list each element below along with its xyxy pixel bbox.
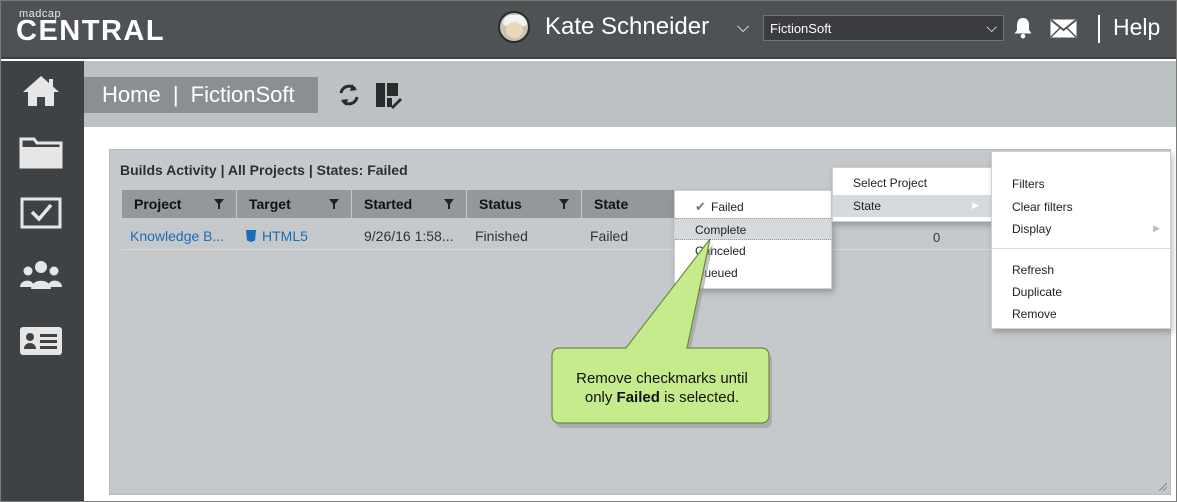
organization-select[interactable]: FictionSoft ⌵	[763, 15, 1004, 41]
menu-item-select-project[interactable]: Select Project	[833, 172, 991, 194]
organization-select-value: FictionSoft	[770, 21, 832, 36]
chevron-down-icon: ⌵	[986, 19, 997, 35]
filter-icon[interactable]	[329, 199, 339, 209]
checkmark-icon: ✔	[695, 199, 706, 214]
mail-icon[interactable]	[1050, 19, 1077, 38]
state-option-label: Queued	[695, 266, 738, 280]
cell-started: 9/26/16 1:58...	[364, 228, 454, 244]
callout-line-1: Remove checkmarks until	[576, 370, 748, 387]
top-bar: madcap CENTRAL Kate Schneider ⌵ FictionS…	[1, 1, 1176, 59]
users-icon[interactable]	[19, 256, 63, 296]
state-submenu: ✔ Failed Complete Canceled Queued	[674, 190, 832, 289]
callout-line-2-bold: Failed	[616, 389, 660, 406]
menu-divider	[992, 248, 1170, 249]
state-option-label: Failed	[711, 200, 744, 214]
menu-item-label: Select Project	[853, 176, 928, 190]
content-header: Home | FictionSoft	[84, 61, 1176, 127]
table-row[interactable]: Knowledge B... HTML5 9/26/16 1:58... Fin…	[122, 222, 1022, 250]
callout-line-2-prefix: only	[584, 389, 617, 406]
callout-text: Remove checkmarks until only Failed is s…	[557, 369, 767, 407]
menu-item-label: Duplicate	[1012, 285, 1063, 299]
column-header-target[interactable]: Target	[237, 190, 352, 218]
column-label: Project	[134, 196, 182, 212]
menu-item-remove[interactable]: Remove	[992, 303, 1170, 325]
menu-item-display[interactable]: Display ▶	[992, 218, 1170, 240]
widget-title: Builds Activity | All Projects | States:…	[120, 162, 408, 178]
chevron-right-icon: ▶	[1153, 223, 1160, 233]
menu-item-label: State	[853, 199, 882, 213]
breadcrumb-org: FictionSoft	[190, 82, 295, 107]
column-header-project[interactable]: Project	[122, 190, 237, 218]
state-option-failed[interactable]: ✔ Failed	[675, 196, 831, 218]
resize-handle-icon[interactable]	[1157, 481, 1167, 491]
cell-state: Failed	[590, 228, 629, 244]
user-name[interactable]: Kate Schneider	[545, 13, 709, 41]
state-option-label: Complete	[695, 223, 747, 237]
chevron-down-icon[interactable]: ⌵	[737, 19, 749, 37]
cell-count: 0	[933, 230, 941, 245]
folder-icon[interactable]	[19, 133, 63, 173]
menu-item-refresh[interactable]: Refresh	[992, 259, 1170, 281]
bell-icon[interactable]	[1013, 17, 1033, 39]
breadcrumb-separator: |	[172, 82, 179, 107]
menu-item-duplicate[interactable]: Duplicate	[992, 281, 1170, 303]
filter-icon[interactable]	[444, 199, 454, 209]
column-label: State	[594, 196, 629, 212]
cell-status: Finished	[475, 228, 528, 244]
state-option-label: Canceled	[695, 244, 746, 258]
cell-target-label: HTML5	[262, 228, 308, 244]
widget-options-menu: Filters Clear filters Display ▶ Refresh …	[991, 151, 1171, 329]
menu-item-filters[interactable]: Filters	[992, 173, 1170, 195]
column-label: Status	[479, 196, 522, 212]
menu-item-label: Display	[1012, 222, 1052, 236]
filter-icon[interactable]	[559, 199, 569, 209]
refresh-icon[interactable]	[336, 82, 362, 108]
column-header-status[interactable]: Status	[467, 190, 582, 218]
breadcrumb-home[interactable]: Home	[102, 82, 161, 107]
edit-layout-icon[interactable]	[374, 81, 402, 109]
filter-icon[interactable]	[214, 199, 224, 209]
header-divider	[1098, 15, 1100, 43]
sidebar	[1, 61, 84, 501]
state-option-complete[interactable]: Complete	[675, 218, 831, 240]
filter-context-menu: Select Project State ▶	[832, 167, 992, 222]
callout-line-2-suffix: is selected.	[659, 389, 740, 406]
html5-icon	[246, 230, 256, 242]
help-link[interactable]: Help	[1113, 14, 1160, 41]
menu-item-label: Remove	[1012, 307, 1057, 321]
state-option-queued[interactable]: Queued	[675, 262, 831, 284]
column-header-started[interactable]: Started	[352, 190, 467, 218]
avatar[interactable]	[498, 11, 530, 43]
home-icon[interactable]	[19, 73, 63, 113]
menu-item-label: Clear filters	[1012, 200, 1073, 214]
column-label: Started	[364, 196, 413, 212]
app-window: madcap CENTRAL Kate Schneider ⌵ FictionS…	[0, 0, 1177, 502]
license-card-icon[interactable]	[19, 321, 63, 361]
breadcrumb: Home | FictionSoft	[84, 77, 318, 113]
chevron-right-icon: ▶	[972, 200, 979, 210]
menu-item-clear-filters[interactable]: Clear filters	[992, 196, 1170, 218]
menu-item-label: Filters	[1012, 177, 1045, 191]
menu-item-label: Refresh	[1012, 263, 1055, 277]
menu-item-state[interactable]: State ▶	[833, 195, 991, 217]
column-label: Target	[249, 196, 291, 212]
checklist-icon[interactable]	[19, 194, 63, 234]
state-option-canceled[interactable]: Canceled	[675, 240, 831, 262]
cell-target[interactable]: HTML5	[246, 228, 308, 244]
cell-project[interactable]: Knowledge B...	[130, 228, 224, 244]
logo: CENTRAL	[16, 15, 166, 47]
